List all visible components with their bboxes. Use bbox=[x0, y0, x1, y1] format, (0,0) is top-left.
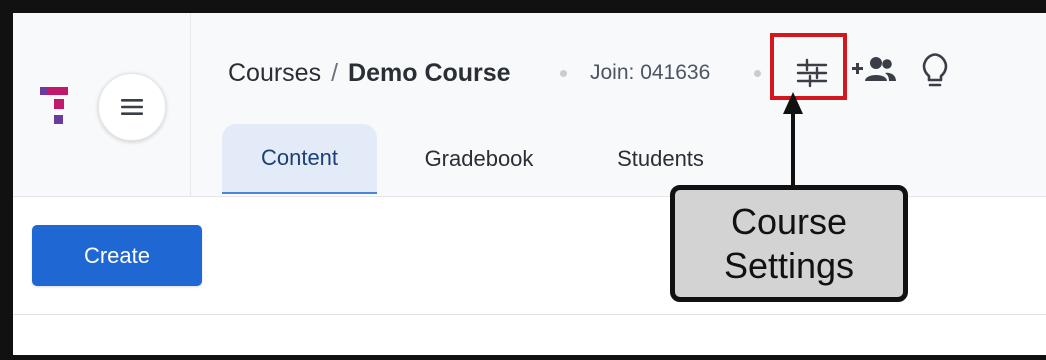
tab-gradebook[interactable]: Gradebook bbox=[404, 124, 554, 194]
menu-icon bbox=[121, 99, 143, 115]
tab-content[interactable]: Content bbox=[222, 124, 377, 194]
settings-highlight-box bbox=[770, 33, 847, 100]
content-divider bbox=[13, 314, 1046, 315]
breadcrumb: Courses / Demo Course bbox=[228, 55, 511, 91]
callout-line-1: Course bbox=[730, 200, 848, 242]
breadcrumb-courses-link[interactable]: Courses bbox=[228, 59, 321, 88]
breadcrumb-current-course: Demo Course bbox=[348, 58, 511, 87]
create-button[interactable]: Create bbox=[32, 225, 202, 286]
separator-dot bbox=[754, 70, 761, 77]
main-menu-button[interactable] bbox=[98, 73, 166, 141]
app-logo bbox=[40, 87, 68, 124]
add-people-icon[interactable] bbox=[852, 55, 896, 85]
course-settings-callout: Course Settings bbox=[670, 185, 908, 302]
separator-dot bbox=[560, 70, 567, 77]
tab-students[interactable]: Students bbox=[593, 124, 728, 194]
breadcrumb-separator: / bbox=[331, 58, 339, 87]
join-code: Join: 041636 bbox=[590, 61, 711, 84]
callout-line-2: Settings bbox=[723, 244, 855, 286]
annotation-arrow bbox=[783, 92, 803, 188]
lightbulb-icon[interactable] bbox=[920, 52, 950, 90]
